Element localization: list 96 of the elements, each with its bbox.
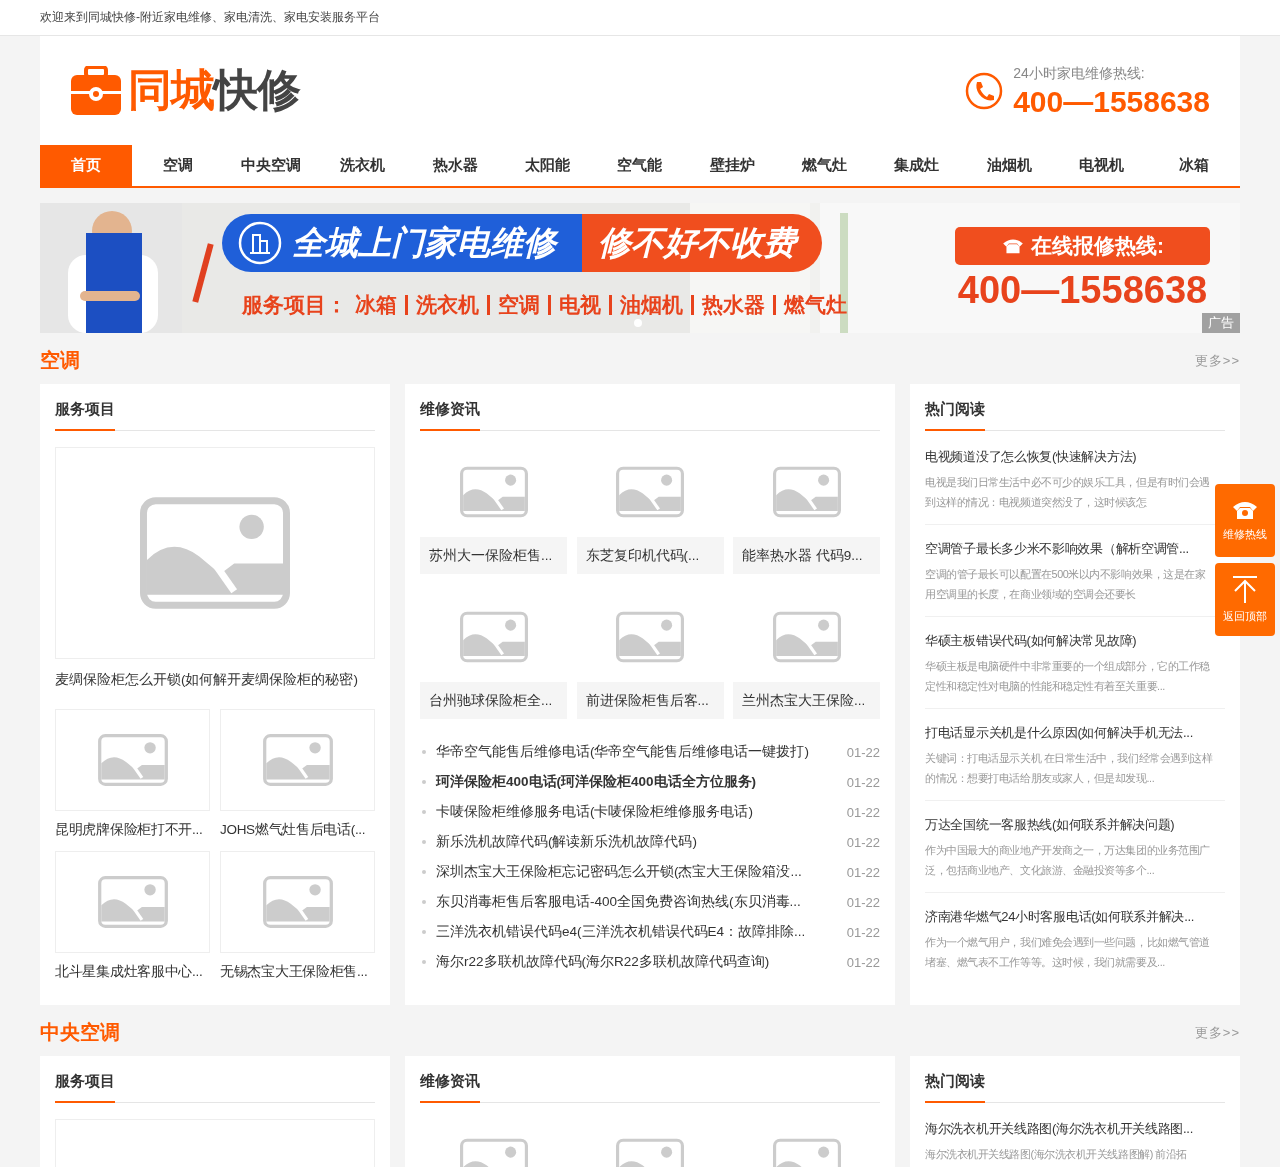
news-date: 01-22: [846, 774, 880, 790]
card-title: 热门阅读: [925, 1068, 985, 1103]
article-summary: 电视是我们日常生活中必不可少的娱乐工具，但是有时们会遇到这样的情况：电视频道突然没了，这时候该怎: [925, 475, 1211, 510]
section-title: 中央空调: [40, 1020, 120, 1045]
card-title: 服务项目: [55, 396, 115, 431]
nav-tab[interactable]: 空调: [132, 145, 225, 186]
back-to-top-icon: [1232, 575, 1258, 603]
nav-tab[interactable]: 太阳能: [501, 145, 594, 186]
ad-tag: 广告: [1202, 313, 1240, 333]
article-summary: 海尔洗衣机开关线路图(海尔洗衣机开关线路图解) 前沿拓: [925, 1147, 1189, 1162]
news-link[interactable]: 新乐洗机故障代码(解读新乐洗机故障代码): [436, 833, 847, 851]
banner-services-label: 服务项目：: [242, 292, 347, 318]
service-caption[interactable]: 无锡杰宝大王保险柜售...: [220, 963, 375, 981]
news-thumb-caption[interactable]: 台州驰球保险柜全...: [420, 682, 567, 719]
section-title: 空调: [40, 348, 80, 373]
article-summary: 华硕主板是电脑硬件中非常重要的一个组成部分，它的工作稳定性和稳定性对电脑的性能和稳定性有着至关重要...: [925, 659, 1211, 694]
news-date: 01-22: [846, 924, 880, 940]
card-title: 服务项目: [55, 1068, 115, 1103]
hotline-number: 400—1558638: [1013, 86, 1210, 117]
news-thumb-caption[interactable]: 苏州大一保险柜售...: [420, 537, 567, 574]
card-title: 热门阅读: [925, 396, 985, 431]
article-summary: 空调的管子最长可以配置在500米以内不影响效果，这是在家用空调里的长度，在商业领域的空调会还要长: [925, 567, 1207, 602]
card-title: 维修资讯: [420, 396, 480, 431]
service-caption[interactable]: JOHS燃气灶售后电话(...: [220, 821, 375, 839]
news-date: 01-22: [846, 864, 880, 880]
bullet-icon: [422, 960, 426, 964]
news-link[interactable]: 珂洋保险柜400电话(珂洋保险柜400电话全方位服务): [436, 773, 847, 791]
article-summary: 关键词：打电话显示关机 在日常生活中，我们经常会遇到这样的情况：想要打电话给朋友或家人，但是却发现...: [925, 751, 1213, 786]
banner-service: 电视: [559, 292, 601, 318]
bullet-icon: [422, 930, 426, 934]
banner-service: 冰箱: [355, 292, 397, 318]
service-caption[interactable]: 北斗星集成灶客服中心...: [55, 963, 210, 981]
card-title: 维修资讯: [420, 1068, 480, 1103]
image-placeholder-icon: [262, 734, 333, 786]
banner-hotline-number: 400—1558638: [957, 269, 1208, 312]
nav-tab[interactable]: 壁挂炉: [686, 145, 779, 186]
image-placeholder-icon: [262, 876, 333, 928]
news-link[interactable]: 卡唛保险柜维修服务电话(卡唛保险柜维修服务电话): [436, 803, 847, 821]
building-icon: [238, 221, 282, 265]
bullet-icon: [422, 810, 426, 814]
article-summary: 作为一个燃气用户，我们难免会遇到一些问题，比如燃气管道堵塞、燃气表不工作等等。这时候，我们就需要及...: [925, 935, 1211, 970]
article-link[interactable]: 空调管子最长多少米不影响效果（解析空调管...: [925, 540, 1189, 558]
phone-icon: [1001, 237, 1025, 255]
article-link[interactable]: 打电话显示关机是什么原因(如何解决手机无法...: [925, 724, 1193, 742]
nav-tab[interactable]: 空气能: [593, 145, 686, 186]
bullet-icon: [422, 900, 426, 904]
bullet-icon: [422, 750, 426, 754]
nav-tab[interactable]: 燃气灶: [778, 145, 871, 186]
nav-tab[interactable]: 热水器: [409, 145, 502, 186]
banner-service: 燃气灶: [784, 292, 847, 318]
banner-hotline-badge: 在线报修热线:: [955, 227, 1210, 265]
banner-service: 热水器: [702, 292, 765, 318]
bullet-icon: [422, 780, 426, 784]
news-thumb-caption[interactable]: 兰州杰宝大王保险...: [733, 682, 880, 719]
article-link[interactable]: 海尔洗衣机开关线路图(海尔洗衣机开关线路图...: [925, 1120, 1193, 1138]
welcome-text: 欢迎来到同城快修-附近家电维修、家电清洗、家电安装服务平台: [40, 9, 380, 26]
news-date: 01-22: [846, 804, 880, 820]
image-placeholder-icon: [97, 734, 168, 786]
news-thumb-caption[interactable]: 前进保险柜售后客...: [576, 682, 724, 719]
bullet-icon: [422, 840, 426, 844]
news-date: 01-22: [846, 744, 880, 760]
image-placeholder-icon: [97, 876, 168, 928]
logo-text: 快修: [214, 64, 300, 116]
news-link[interactable]: 深圳杰宝大王保险柜忘记密码怎么开锁(杰宝大王保险箱没...: [436, 863, 847, 881]
bullet-icon: [422, 870, 426, 874]
article-link[interactable]: 电视频道没了怎么恢复(快速解决方法): [925, 448, 1137, 466]
banner-service: 空调: [498, 292, 540, 318]
toolbox-logo-icon: [70, 65, 122, 116]
nav-tab[interactable]: 油烟机: [963, 145, 1056, 186]
news-link[interactable]: 三洋洗衣机错误代码e4(三洋洗衣机错误代码E4：故障排除...: [436, 923, 847, 941]
phone-icon: [1231, 499, 1259, 521]
nav-tab[interactable]: 冰箱: [1147, 145, 1240, 186]
news-date: 01-22: [846, 834, 880, 850]
article-link[interactable]: 济南港华燃气24小时客服电话(如何联系并解决...: [925, 908, 1195, 926]
image-placeholder-icon: [140, 497, 290, 609]
article-link[interactable]: 万达全国统一客服热线(如何联系并解决问题): [925, 816, 1175, 834]
banner-service: 洗衣机: [416, 292, 479, 318]
news-thumb-caption[interactable]: 东芝复印机代码(...: [576, 537, 724, 574]
hotline-label: 24小时家电维修热线:: [1013, 64, 1146, 83]
news-link[interactable]: 东贝消毒柜售后客服电话-400全国免费咨询热线(东贝消毒...: [436, 893, 847, 911]
article-link[interactable]: 华硕主板错误代码(如何解决常见故障): [925, 632, 1137, 650]
phone-icon: [965, 71, 1004, 110]
nav-tab[interactable]: 电视机: [1055, 145, 1148, 186]
news-link[interactable]: 华帝空气能售后维修电话(华帝空气能售后维修电话一键拨打): [436, 743, 847, 761]
news-date: 01-22: [846, 894, 880, 910]
news-link[interactable]: 海尔r22多联机故障代码(海尔R22多联机故障代码查询): [436, 953, 847, 971]
nav-tab[interactable]: 集成灶: [870, 145, 963, 186]
article-summary: 作为中国最大的商业地产开发商之一，万达集团的业务范围广泛，包括商业地产、文化旅游、金融投资等多个...: [925, 843, 1211, 878]
banner-service: 油烟机: [620, 292, 683, 318]
logo-text: 同城: [128, 64, 214, 116]
news-thumb-caption[interactable]: 能率热水器 代码9...: [733, 537, 880, 574]
service-caption[interactable]: 麦绸保险柜怎么开锁(如何解开麦绸保险柜的秘密): [55, 671, 375, 689]
nav-tab[interactable]: 中央空调: [224, 145, 317, 186]
service-caption[interactable]: 昆明虎牌保险柜打不开...: [55, 821, 210, 839]
news-date: 01-22: [846, 954, 880, 970]
nav-tab[interactable]: 洗衣机: [317, 145, 409, 186]
